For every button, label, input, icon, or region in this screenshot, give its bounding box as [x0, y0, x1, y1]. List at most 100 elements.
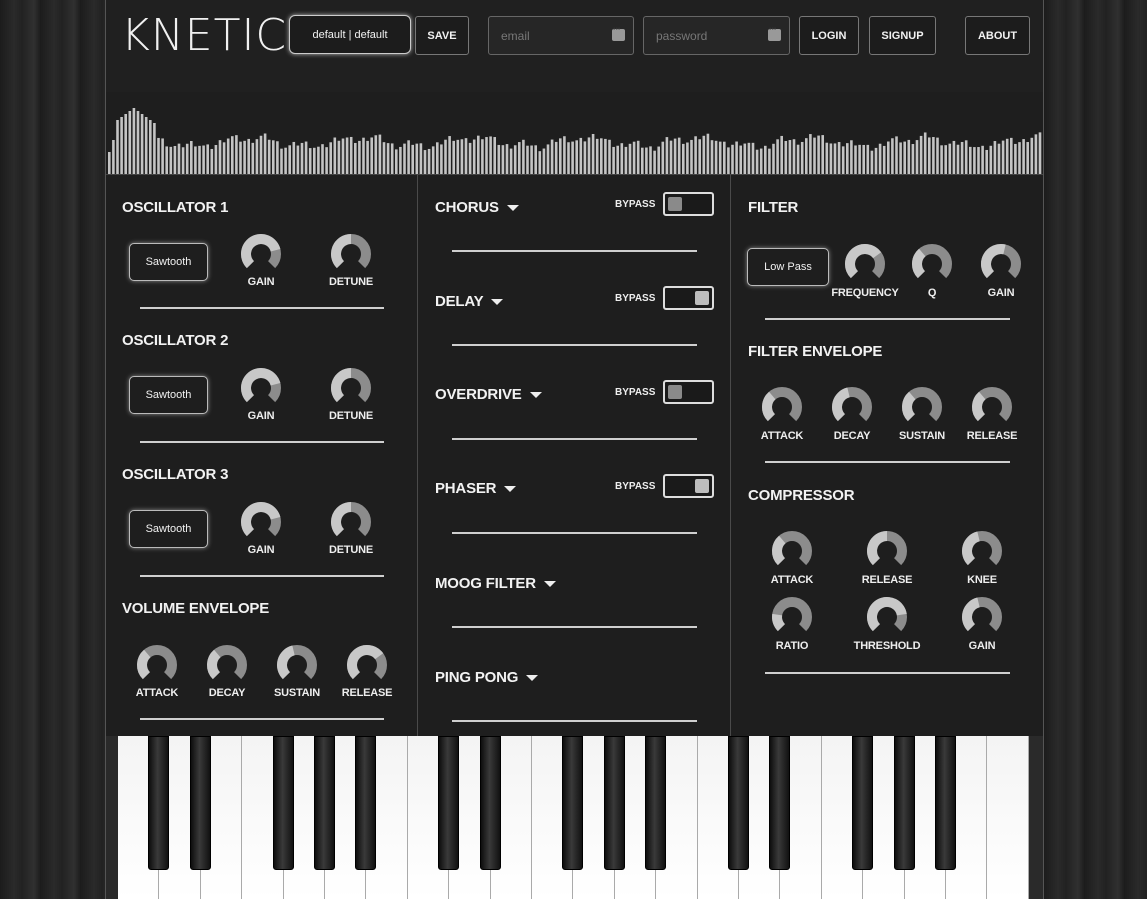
black-key[interactable] [148, 736, 170, 870]
oscillator-2-title: OSCILLATOR 2 [122, 332, 229, 349]
password-manager-icon[interactable] [612, 26, 625, 41]
filter-release-knob[interactable] [971, 386, 1013, 428]
black-key[interactable] [769, 736, 791, 870]
compressor-ratio-knob[interactable] [771, 596, 813, 638]
oscillator-1-waveform-button[interactable]: Sawtooth [129, 243, 208, 281]
divider [452, 532, 697, 534]
black-key[interactable] [314, 736, 335, 870]
filter-decay-knob[interactable] [831, 386, 873, 428]
waveform-bar [796, 144, 800, 174]
compressor-threshold-knob[interactable] [866, 596, 908, 638]
filter-release-label: RELEASE [966, 430, 1018, 442]
waveform-bar [1030, 137, 1034, 174]
oscillator-3-waveform-button[interactable]: Sawtooth [129, 510, 208, 548]
waveform-bar [932, 137, 935, 174]
waveform-bar [485, 137, 488, 174]
chorus-title[interactable]: CHORUS [435, 199, 519, 216]
waveform-bar [546, 144, 550, 174]
waveform-bar [378, 134, 382, 174]
save-button[interactable]: SAVE [415, 16, 469, 55]
waveform-bar [866, 144, 870, 174]
filter-q-knob[interactable] [911, 243, 953, 285]
compressor-attack-knob[interactable] [771, 530, 813, 572]
overdrive-bypass-toggle[interactable] [663, 380, 714, 404]
volume-sustain-knob[interactable] [276, 644, 318, 686]
phaser-bypass-toggle[interactable] [663, 474, 714, 498]
black-key[interactable] [852, 736, 874, 870]
delay-title[interactable]: DELAY [435, 293, 504, 310]
chevron-down-icon[interactable] [526, 675, 539, 682]
ping-pong-title[interactable]: PING PONG [435, 669, 539, 686]
black-key[interactable] [355, 736, 377, 870]
compressor-attack-label: ATTACK [770, 574, 814, 586]
chevron-down-icon[interactable] [491, 299, 504, 306]
black-key[interactable] [728, 736, 749, 870]
delay-bypass-toggle[interactable] [663, 286, 714, 310]
chevron-down-icon[interactable] [506, 205, 519, 212]
volume-attack-knob[interactable] [136, 644, 178, 686]
piano-keyboard[interactable] [106, 736, 1043, 899]
oscillator-3-gain-knob[interactable] [240, 501, 282, 543]
moog-filter-title[interactable]: MOOG FILTER [435, 575, 556, 592]
oscillator-2-detune-knob[interactable] [330, 367, 372, 409]
waveform-bar [308, 148, 312, 174]
oscillator-1-gain-knob[interactable] [240, 233, 282, 275]
email-field[interactable]: email [488, 16, 634, 55]
waveform-bar [595, 138, 599, 174]
waveform-bar [333, 137, 337, 174]
divider [140, 307, 384, 309]
compressor-gain-knob[interactable] [961, 596, 1003, 638]
password-field[interactable]: password [643, 16, 790, 55]
waveform-bar [267, 139, 271, 174]
black-key[interactable] [438, 736, 460, 870]
compressor-release-knob[interactable] [866, 530, 908, 572]
chorus-bypass-toggle[interactable] [663, 192, 714, 216]
preset-selector[interactable]: default | default [289, 15, 411, 54]
waveform-bar [809, 134, 812, 174]
overdrive-title[interactable]: OVERDRIVE [435, 386, 542, 403]
waveform-bar [759, 148, 763, 174]
chevron-down-icon[interactable] [543, 581, 556, 588]
waveform-bar [218, 140, 222, 174]
waveform-bar [792, 139, 796, 174]
waveform-bar [534, 145, 537, 174]
volume-release-knob[interactable] [346, 644, 388, 686]
filter-sustain-knob[interactable] [901, 386, 943, 428]
black-key[interactable] [189, 736, 211, 870]
waveform-bar [341, 138, 345, 174]
oscillator-2-waveform-button[interactable]: Sawtooth [129, 376, 208, 414]
volume-decay-knob[interactable] [206, 644, 248, 686]
about-button[interactable]: ABOUT [965, 16, 1030, 55]
white-key[interactable] [987, 736, 1029, 899]
black-key[interactable] [562, 736, 584, 870]
oscillator-2-gain-knob[interactable] [240, 367, 282, 409]
filter-type-button[interactable]: Low Pass [747, 248, 829, 286]
waveform-bar [710, 140, 714, 174]
black-key[interactable] [935, 736, 956, 870]
filter-attack-knob[interactable] [761, 386, 803, 428]
black-key[interactable] [272, 736, 294, 870]
oscillator-3-detune-knob[interactable] [330, 501, 372, 543]
chevron-down-icon[interactable] [504, 486, 517, 493]
waveform-bar [124, 114, 127, 174]
black-key[interactable] [893, 736, 915, 870]
filter-frequency-knob[interactable] [844, 243, 886, 285]
waveform-bar [989, 145, 993, 174]
waveform-bar [718, 141, 722, 174]
filter-gain-knob[interactable] [980, 243, 1022, 285]
compressor-threshold-label: THRESHOLD [853, 640, 921, 652]
signup-button[interactable]: SIGNUP [869, 16, 936, 55]
password-manager-icon[interactable] [768, 26, 781, 41]
compressor-knee-knob[interactable] [961, 530, 1003, 572]
waveform-bar [657, 146, 660, 174]
login-button[interactable]: LOGIN [799, 16, 859, 55]
chevron-down-icon[interactable] [529, 392, 542, 399]
black-key[interactable] [603, 736, 625, 870]
oscillator-1-detune-knob[interactable] [330, 233, 372, 275]
black-key[interactable] [645, 736, 667, 870]
black-key[interactable] [479, 736, 501, 870]
phaser-title[interactable]: PHASER [435, 480, 517, 497]
waveform-bar [550, 139, 554, 174]
waveform-bar [673, 138, 677, 174]
waveform-bar [374, 135, 378, 174]
